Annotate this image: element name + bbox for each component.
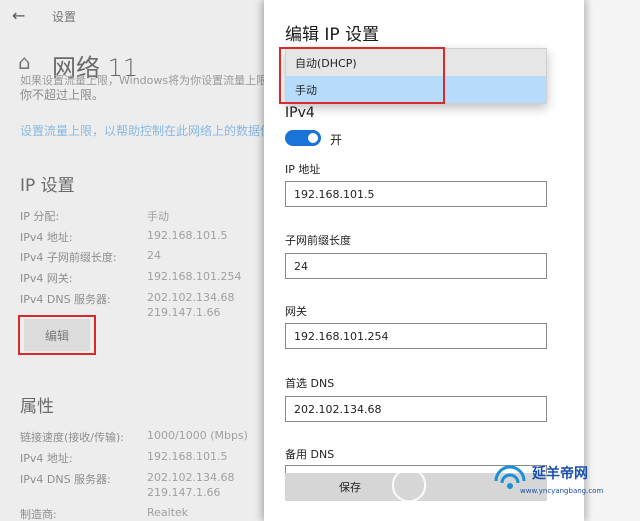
watermark-url: www.yncyangbang.com <box>520 487 604 495</box>
watermark-brand: 延羊帝网 <box>532 466 588 482</box>
data-limit-link[interactable]: 设置流量上限，以帮助控制在此网络上的数据使用 <box>20 122 270 139</box>
ip-row-key: IPv4 网关: <box>20 272 73 285</box>
ip-row: IPv4 子网前缀长度: 24 <box>20 249 270 265</box>
ip-row: IPv4 地址: 192.168.101.5 <box>20 229 270 245</box>
background-window-edge <box>590 0 640 521</box>
ipv4-toggle[interactable] <box>285 130 321 146</box>
property-row: 219.147.1.66 <box>20 486 270 502</box>
ip-row-value: 202.102.134.68 <box>147 291 235 304</box>
ip-settings-heading: IP 设置 <box>20 176 75 196</box>
toggle-state-label: 开 <box>330 133 343 147</box>
property-value: Realtek <box>147 506 189 519</box>
ip-row-key: IPv4 DNS 服务器: <box>20 293 111 306</box>
metered-description-line2: 你不超过上限。 <box>20 88 105 102</box>
property-value: 202.102.134.68 <box>147 471 235 484</box>
preferred-dns-input[interactable]: 202.102.134.68 <box>285 396 547 422</box>
ip-row-value: 192.168.101.5 <box>147 229 228 242</box>
app-name: 设置 <box>52 10 77 24</box>
property-row: IPv4 地址: 192.168.101.5 <box>20 450 270 466</box>
property-row: 制造商: Realtek <box>20 506 270 521</box>
ip-row-value: 24 <box>147 249 161 262</box>
property-key: 链接速度(接收/传输): <box>20 431 124 444</box>
annotation-highlight-box <box>18 315 96 355</box>
property-key: IPv4 地址: <box>20 452 73 465</box>
alternate-dns-label: 备用 DNS <box>285 448 335 461</box>
ip-row-key: IPv4 子网前缀长度: <box>20 251 117 264</box>
ip-address-input[interactable]: 192.168.101.5 <box>285 181 547 207</box>
watermark-logo-mark: ◯ <box>390 463 431 503</box>
property-row: IPv4 DNS 服务器: 202.102.134.68 <box>20 471 270 487</box>
property-key: IPv4 DNS 服务器: <box>20 473 111 486</box>
property-row: 链接速度(接收/传输): 1000/1000 (Mbps) <box>20 429 270 445</box>
ip-row-key: IPv4 地址: <box>20 231 73 244</box>
annotation-highlight-box <box>279 47 445 104</box>
preferred-dns-label: 首选 DNS <box>285 377 335 390</box>
gateway-input[interactable]: 192.168.101.254 <box>285 323 547 349</box>
property-value: 1000/1000 (Mbps) <box>147 429 248 442</box>
property-value: 192.168.101.5 <box>147 450 228 463</box>
ip-row-value: 手动 <box>147 210 169 223</box>
ip-row: IP 分配: 手动 <box>20 208 270 224</box>
prefix-length-label: 子网前缀长度 <box>285 234 351 247</box>
property-value: 219.147.1.66 <box>147 486 221 499</box>
dialog-title: 编辑 IP 设置 <box>285 25 380 45</box>
back-arrow-icon[interactable]: ← <box>12 6 25 25</box>
ip-row-value: 192.168.101.254 <box>147 270 242 283</box>
home-icon[interactable]: ⌂ <box>18 50 31 74</box>
ipv4-label: IPv4 <box>285 105 315 121</box>
ip-row: IPv4 DNS 服务器: 202.102.134.68 <box>20 291 270 307</box>
metered-description: 如果设置流量上限，Windows将为你设置流量上限 <box>20 74 268 86</box>
toggle-knob <box>308 133 318 143</box>
title-bar: ← 设置 <box>0 0 270 32</box>
gateway-label: 网关 <box>285 305 307 318</box>
prefix-length-input[interactable]: 24 <box>285 253 547 279</box>
property-key: 制造商: <box>20 508 57 521</box>
ip-row-value: 219.147.1.66 <box>147 306 221 319</box>
ip-row: IPv4 网关: 192.168.101.254 <box>20 270 270 286</box>
ip-address-label: IP 地址 <box>285 163 321 176</box>
properties-heading: 属性 <box>20 397 54 417</box>
ip-row-key: IP 分配: <box>20 210 60 223</box>
watermark: ◯ 延羊帝网 www.yncyangbang.com <box>380 455 640 521</box>
